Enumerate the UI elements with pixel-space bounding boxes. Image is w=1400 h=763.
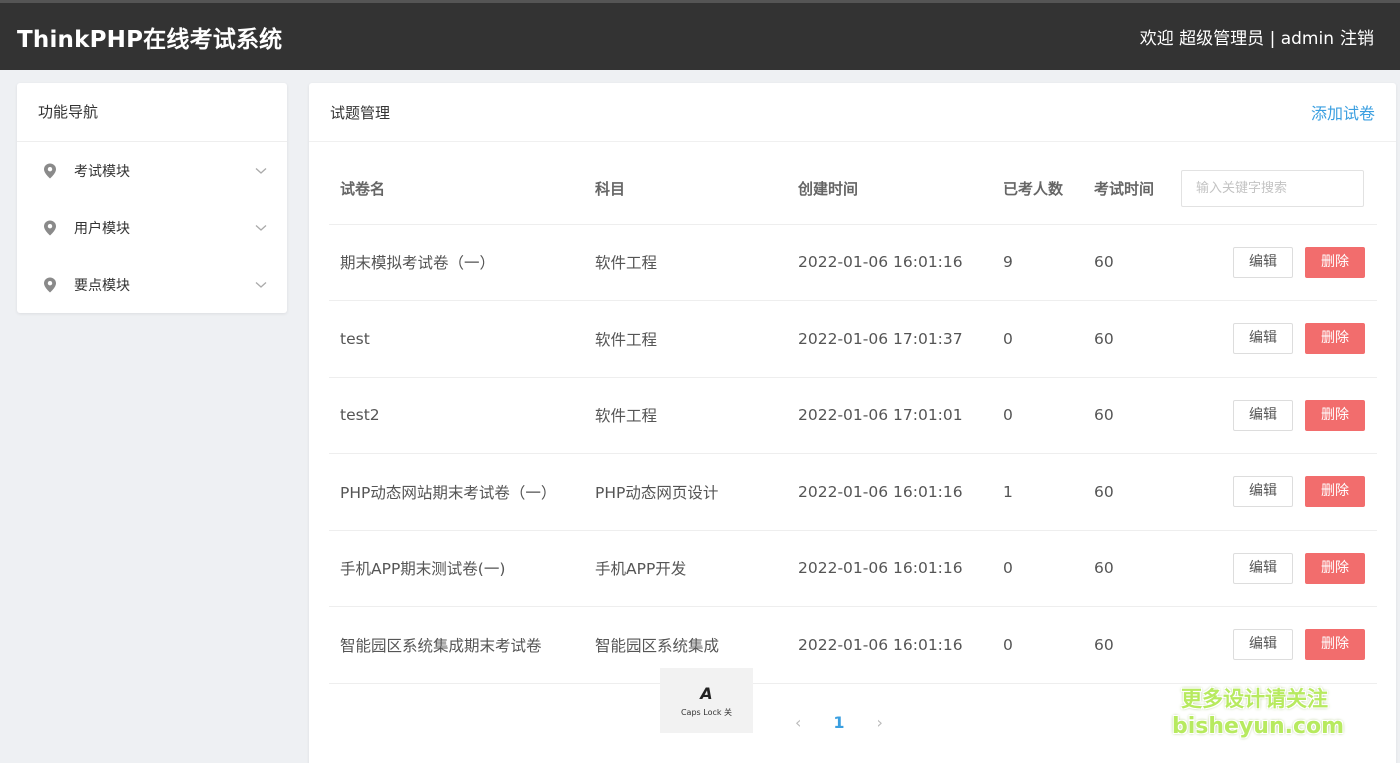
table-row: 手机APP期末测试卷(一) 手机APP开发 2022-01-06 16:01:16 0…: [329, 530, 1377, 607]
row-actions: 编辑 删除: [1170, 606, 1377, 684]
cell-taken: 0: [992, 606, 1083, 684]
watermark-line-2: bisheyun.com: [1172, 714, 1345, 739]
column-header: 试卷名: [329, 153, 584, 225]
edit-button[interactable]: 编辑: [1233, 246, 1293, 278]
edit-button[interactable]: 编辑: [1233, 629, 1293, 661]
user-area: 欢迎 超级管理员 | admin 注销: [1140, 24, 1374, 49]
search-input[interactable]: [1181, 169, 1364, 207]
delete-button[interactable]: 删除: [1305, 552, 1365, 584]
edit-button[interactable]: 编辑: [1233, 399, 1293, 431]
column-header: 考试时间: [1083, 153, 1170, 225]
cell-created: 2022-01-06 16:01:16: [787, 530, 992, 607]
sidebar-item-label: 用户模块: [74, 220, 130, 237]
table-row: PHP动态网站期末考试卷（一） PHP动态网页设计 2022-01-06 16:01…: [329, 453, 1377, 531]
edit-button[interactable]: 编辑: [1233, 323, 1293, 355]
cell-name: 期末模拟考试卷（一）: [329, 224, 584, 301]
sidebar-item-label: 要点模块: [74, 277, 130, 294]
watermark-line-1: 更多设计请关注: [1181, 687, 1328, 711]
cell-created: 2022-01-06 16:01:16: [787, 453, 992, 531]
sidebar: 功能导航 考试模块用户模块要点模块: [17, 83, 287, 313]
main-header: 试题管理 添加试卷: [309, 83, 1396, 142]
cell-duration: 60: [1083, 453, 1170, 531]
logout-link[interactable]: 注销: [1340, 24, 1374, 49]
row-actions: 编辑 删除: [1170, 530, 1377, 607]
next-page-button[interactable]: ›: [877, 713, 883, 732]
map-pin-icon: [43, 277, 57, 293]
cell-name: test: [329, 300, 584, 378]
row-actions: 编辑 删除: [1170, 377, 1377, 454]
cell-subject: 软件工程: [584, 377, 787, 454]
page-number-current[interactable]: 1: [833, 713, 844, 732]
main-panel: 试题管理 添加试卷 试卷名科目创建时间已考人数考试时间 期末模拟考试卷（一）软件…: [309, 83, 1396, 763]
top-bar: ThinkPHP在线考试系统 欢迎 超级管理员 | admin 注销: [0, 0, 1400, 70]
cell-duration: 60: [1083, 530, 1170, 607]
cell-duration: 60: [1083, 300, 1170, 378]
delete-button[interactable]: 删除: [1305, 476, 1365, 508]
sidebar-item-2[interactable]: 用户模块: [17, 199, 287, 256]
cell-subject: 手机APP开发: [584, 530, 787, 607]
cell-duration: 60: [1083, 377, 1170, 454]
map-pin-icon: [43, 220, 57, 236]
delete-button[interactable]: 删除: [1305, 323, 1365, 355]
cell-duration: 60: [1083, 606, 1170, 684]
edit-button[interactable]: 编辑: [1233, 476, 1293, 508]
welcome-text: 欢迎 超级管理员 | admin: [1139, 29, 1334, 49]
sidebar-title: 功能导航: [17, 83, 287, 142]
delete-button[interactable]: 删除: [1305, 246, 1365, 278]
add-exam-link[interactable]: 添加试卷: [1311, 100, 1375, 124]
app-title: ThinkPHP在线考试系统: [17, 26, 283, 53]
column-header: 科目: [584, 153, 787, 225]
cell-taken: 0: [992, 530, 1083, 607]
cell-taken: 1: [992, 453, 1083, 531]
delete-button[interactable]: 删除: [1305, 629, 1365, 661]
row-actions: 编辑 删除: [1170, 300, 1377, 378]
sidebar-item-3[interactable]: 要点模块: [17, 256, 287, 313]
cell-subject: 软件工程: [584, 300, 787, 378]
cell-name: 智能园区系统集成期末考试卷: [329, 606, 584, 684]
sidebar-item-label: 考试模块: [74, 163, 130, 180]
cell-created: 2022-01-06 17:01:01: [787, 377, 992, 454]
cell-name: PHP动态网站期末考试卷（一）: [329, 453, 584, 531]
page-title: 试题管理: [330, 103, 391, 122]
watermark: 更多设计请关注 bisheyun.com: [1172, 686, 1345, 740]
column-header: 已考人数: [992, 153, 1083, 225]
cell-created: 2022-01-06 16:01:16: [787, 224, 992, 301]
exam-table: 试卷名科目创建时间已考人数考试时间 期末模拟考试卷（一）软件工程2022-01-…: [329, 153, 1377, 684]
pagination: ‹ 1 ›: [795, 713, 883, 732]
cell-taken: 0: [992, 300, 1083, 378]
cell-created: 2022-01-06 16:01:16: [787, 606, 992, 684]
caps-lock-icon: A: [700, 683, 713, 703]
chevron-down-icon[interactable]: [255, 224, 267, 232]
table-row: 智能园区系统集成期末考试卷 智能园区系统集成 2022-01-06 16:01:16…: [329, 606, 1377, 684]
cell-duration: 60: [1083, 224, 1170, 301]
chevron-down-icon[interactable]: [255, 167, 267, 175]
table-row: test 软件工程 2022-01-06 17:01:37 0 60 编辑 删除: [329, 300, 1377, 378]
row-actions: 编辑 删除: [1170, 224, 1377, 301]
caps-lock-text: Caps Lock 关: [680, 707, 733, 717]
map-pin-icon: [43, 163, 57, 179]
row-actions: 编辑 删除: [1170, 453, 1377, 531]
sidebar-item-1[interactable]: 考试模块: [17, 142, 287, 199]
table-header-row: 试卷名 科目 创建时间 已考人数 考试时间: [329, 153, 1377, 225]
chevron-down-icon[interactable]: [255, 281, 267, 289]
cell-name: test2: [329, 377, 584, 454]
cell-created: 2022-01-06 17:01:37: [787, 300, 992, 378]
cell-taken: 0: [992, 377, 1083, 454]
edit-button[interactable]: 编辑: [1233, 552, 1293, 584]
prev-page-button[interactable]: ‹: [795, 713, 801, 732]
cell-subject: 软件工程: [584, 224, 787, 301]
table-row: 期末模拟考试卷（一） 软件工程 2022-01-06 16:01:16 9 60 编辑 删除: [329, 224, 1377, 301]
search-cell: [1170, 153, 1377, 225]
cell-taken: 9: [992, 224, 1083, 301]
caps-lock-indicator: A Caps Lock 关: [660, 668, 753, 733]
cell-name: 手机APP期末测试卷(一): [329, 530, 584, 607]
table-row: test2 软件工程 2022-01-06 17:01:01 0 60 编辑 删除: [329, 377, 1377, 454]
delete-button[interactable]: 删除: [1305, 399, 1365, 431]
column-header: 创建时间: [787, 153, 992, 225]
cell-subject: PHP动态网页设计: [584, 453, 787, 531]
